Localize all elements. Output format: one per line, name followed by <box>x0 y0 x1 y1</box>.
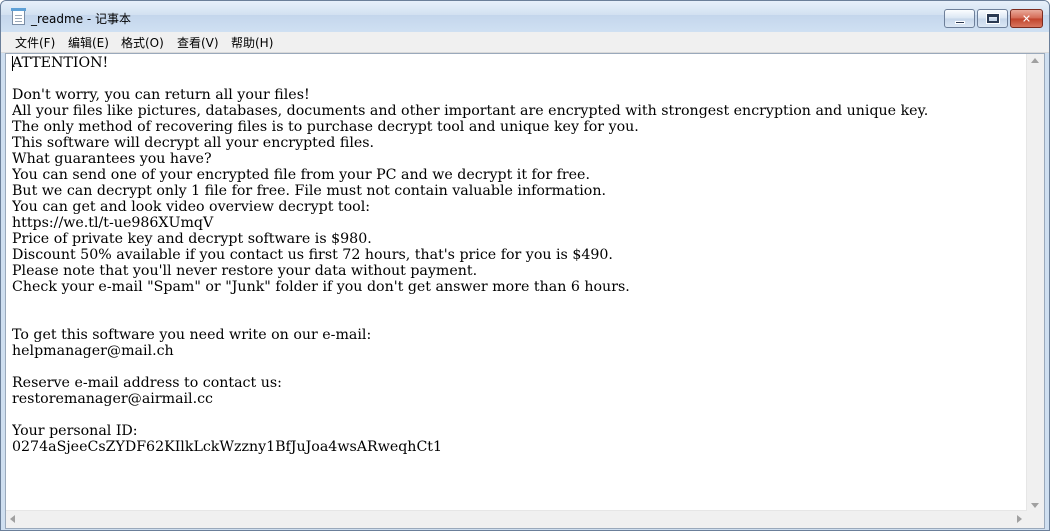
menu-help[interactable]: 帮助(H) <box>231 34 273 51</box>
vertical-scrollbar[interactable] <box>1026 54 1044 513</box>
scroll-left-icon[interactable] <box>10 515 15 523</box>
title-bar[interactable]: _readme - 记事本 ✕ <box>1 1 1049 32</box>
size-grip[interactable] <box>1027 511 1044 528</box>
window-title: _readme - 记事本 <box>31 12 132 26</box>
text-editor[interactable]: ATTENTION! Don't worry, you can return a… <box>5 53 1045 529</box>
maximize-button[interactable] <box>977 9 1008 28</box>
scroll-up-icon[interactable] <box>1031 58 1039 63</box>
menu-view[interactable]: 查看(V) <box>177 34 219 51</box>
text-caret <box>12 56 13 71</box>
scroll-right-icon[interactable] <box>1017 515 1022 523</box>
horizontal-scrollbar[interactable] <box>6 510 1027 528</box>
scroll-down-icon[interactable] <box>1031 503 1039 508</box>
menu-format[interactable]: 格式(O) <box>121 34 164 51</box>
menu-bar: 文件(F) 编辑(E) 格式(O) 查看(V) 帮助(H) <box>1 32 1049 53</box>
notepad-icon[interactable] <box>11 8 26 25</box>
window-controls: ✕ <box>942 9 1043 28</box>
document-text[interactable]: ATTENTION! Don't worry, you can return a… <box>12 55 1028 510</box>
close-icon: ✕ <box>1021 12 1032 25</box>
minimize-icon <box>955 21 965 24</box>
notepad-window: _readme - 记事本 ✕ 文件(F) 编辑(E) 格式(O) 查看(V) … <box>0 0 1050 531</box>
maximize-icon <box>986 13 1000 24</box>
close-button[interactable]: ✕ <box>1010 9 1043 28</box>
menu-file[interactable]: 文件(F) <box>15 34 55 51</box>
menu-edit[interactable]: 编辑(E) <box>68 34 109 51</box>
minimize-button[interactable] <box>944 9 975 28</box>
